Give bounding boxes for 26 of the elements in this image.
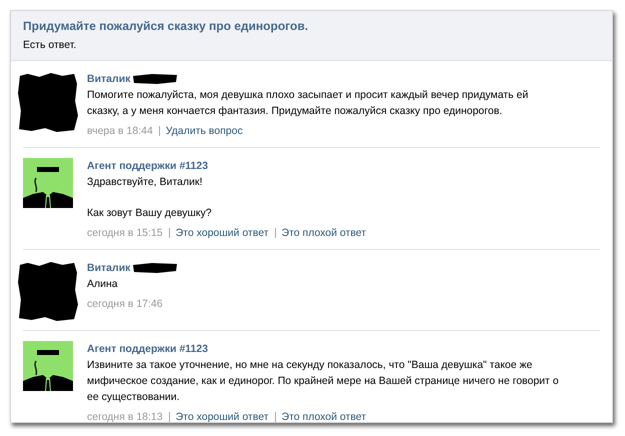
author-link[interactable]: Агент поддержки #1123 [87,341,208,357]
timestamp: сегодня в 18:13 [87,410,163,422]
question-status: Есть ответ. [23,39,78,51]
author-link[interactable]: Виталик [87,71,130,87]
message-text: Извините за такое уточнение, но мне на секунду показалось, что "Ваша девушка" такое же мифическое создание, как и единорог. По крайней мере на Вашей странице ничего не говорит о ее существовании. [87,358,560,405]
message-text: Как зовут Вашу девушку? [87,206,213,221]
message-text: Помогите пожалуйста, моя девушка плохо засыпает и просит каждый вечер придумать ей сказку, а у меня кончается фантазия. Придумайте пожалуйся сказку про единорогов. [87,88,530,119]
question-title: Придумайте пожалуйся сказку про единорогов. [23,19,310,33]
author-link[interactable]: Виталик [87,260,130,276]
redaction-mark [132,73,178,85]
redacted-avatar [18,71,78,133]
action-link[interactable]: Это плохой ответ [282,225,366,241]
redacted-avatar [18,260,78,322]
action-link[interactable]: Это хороший ответ [176,409,269,422]
timestamp: вчера в 18:44 [87,124,153,139]
action-link[interactable]: Удалить вопрос [166,123,243,139]
message-text: Здравствуйте, Виталик! [87,175,204,190]
redaction-mark [132,262,178,274]
message-text: Алина [87,277,119,292]
agent-avatar [23,158,73,208]
author-link[interactable]: Агент поддержки #1123 [87,158,208,174]
timestamp: сегодня в 15:15 [87,226,163,241]
action-link[interactable]: Это плохой ответ [282,409,366,422]
timestamp: сегодня в 17:46 [87,297,163,312]
agent-avatar [23,341,73,391]
action-link[interactable]: Это хороший ответ [176,225,269,241]
